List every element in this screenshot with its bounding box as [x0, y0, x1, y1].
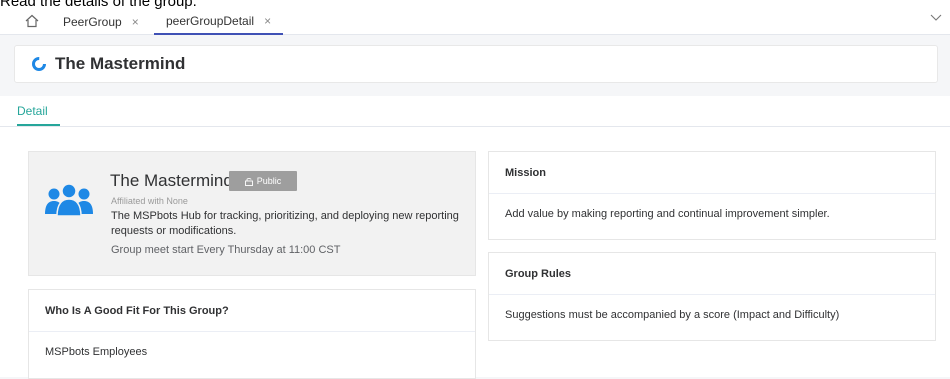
mission-card: Mission Add value by making reporting an…: [488, 151, 936, 240]
card-value: MSPbots Employees: [45, 346, 148, 358]
badge-label: Public: [256, 176, 282, 186]
tab-peergroup[interactable]: PeerGroup ×: [51, 8, 151, 35]
tab-detail[interactable]: Detail: [17, 104, 60, 126]
close-icon[interactable]: ×: [132, 15, 139, 29]
refresh-icon: [32, 57, 46, 71]
group-description: The MSPbots Hub for tracking, prioritizi…: [111, 210, 459, 237]
tab-label: peerGroupDetail: [166, 13, 255, 28]
card-title: Group Rules: [505, 268, 572, 280]
lock-icon: [244, 177, 253, 186]
group-name: The Mastermind: [110, 171, 233, 190]
card-divider: [489, 193, 935, 194]
card-value: Add value by making reporting and contin…: [505, 208, 830, 220]
good-fit-card: Who Is A Good Fit For This Group? MSPbot…: [28, 289, 476, 379]
tab-label: PeerGroup: [63, 14, 122, 29]
card-divider: [29, 331, 475, 332]
meeting-schedule: Group meet start Every Thursday at 11:00…: [111, 244, 341, 256]
tab-divider: [0, 126, 950, 127]
group-summary-card: The Mastermind Public Affiliated with No…: [28, 151, 476, 276]
users-icon: [45, 183, 93, 216]
chevron-down-icon[interactable]: [930, 12, 942, 22]
affiliation-text: Affiliated with None: [111, 196, 188, 206]
card-divider: [489, 294, 935, 295]
card-value: Suggestions must be accompanied by a sco…: [505, 309, 840, 321]
close-icon[interactable]: ×: [264, 14, 271, 28]
visibility-badge: Public: [229, 171, 297, 191]
card-title: Who Is A Good Fit For This Group?: [45, 305, 229, 317]
page-title: The Mastermind: [55, 54, 186, 73]
page-title-card: The Mastermind: [14, 45, 938, 83]
task-instruction: Read the details of the group.: [0, 0, 197, 10]
card-title: Mission: [505, 167, 546, 179]
group-rules-card: Group Rules Suggestions must be accompan…: [488, 252, 936, 341]
detail-panel: Detail The Mastermind Public Affiliated …: [0, 96, 950, 379]
tab-peergroupdetail[interactable]: peerGroupDetail ×: [154, 8, 284, 35]
home-icon[interactable]: [24, 13, 40, 29]
